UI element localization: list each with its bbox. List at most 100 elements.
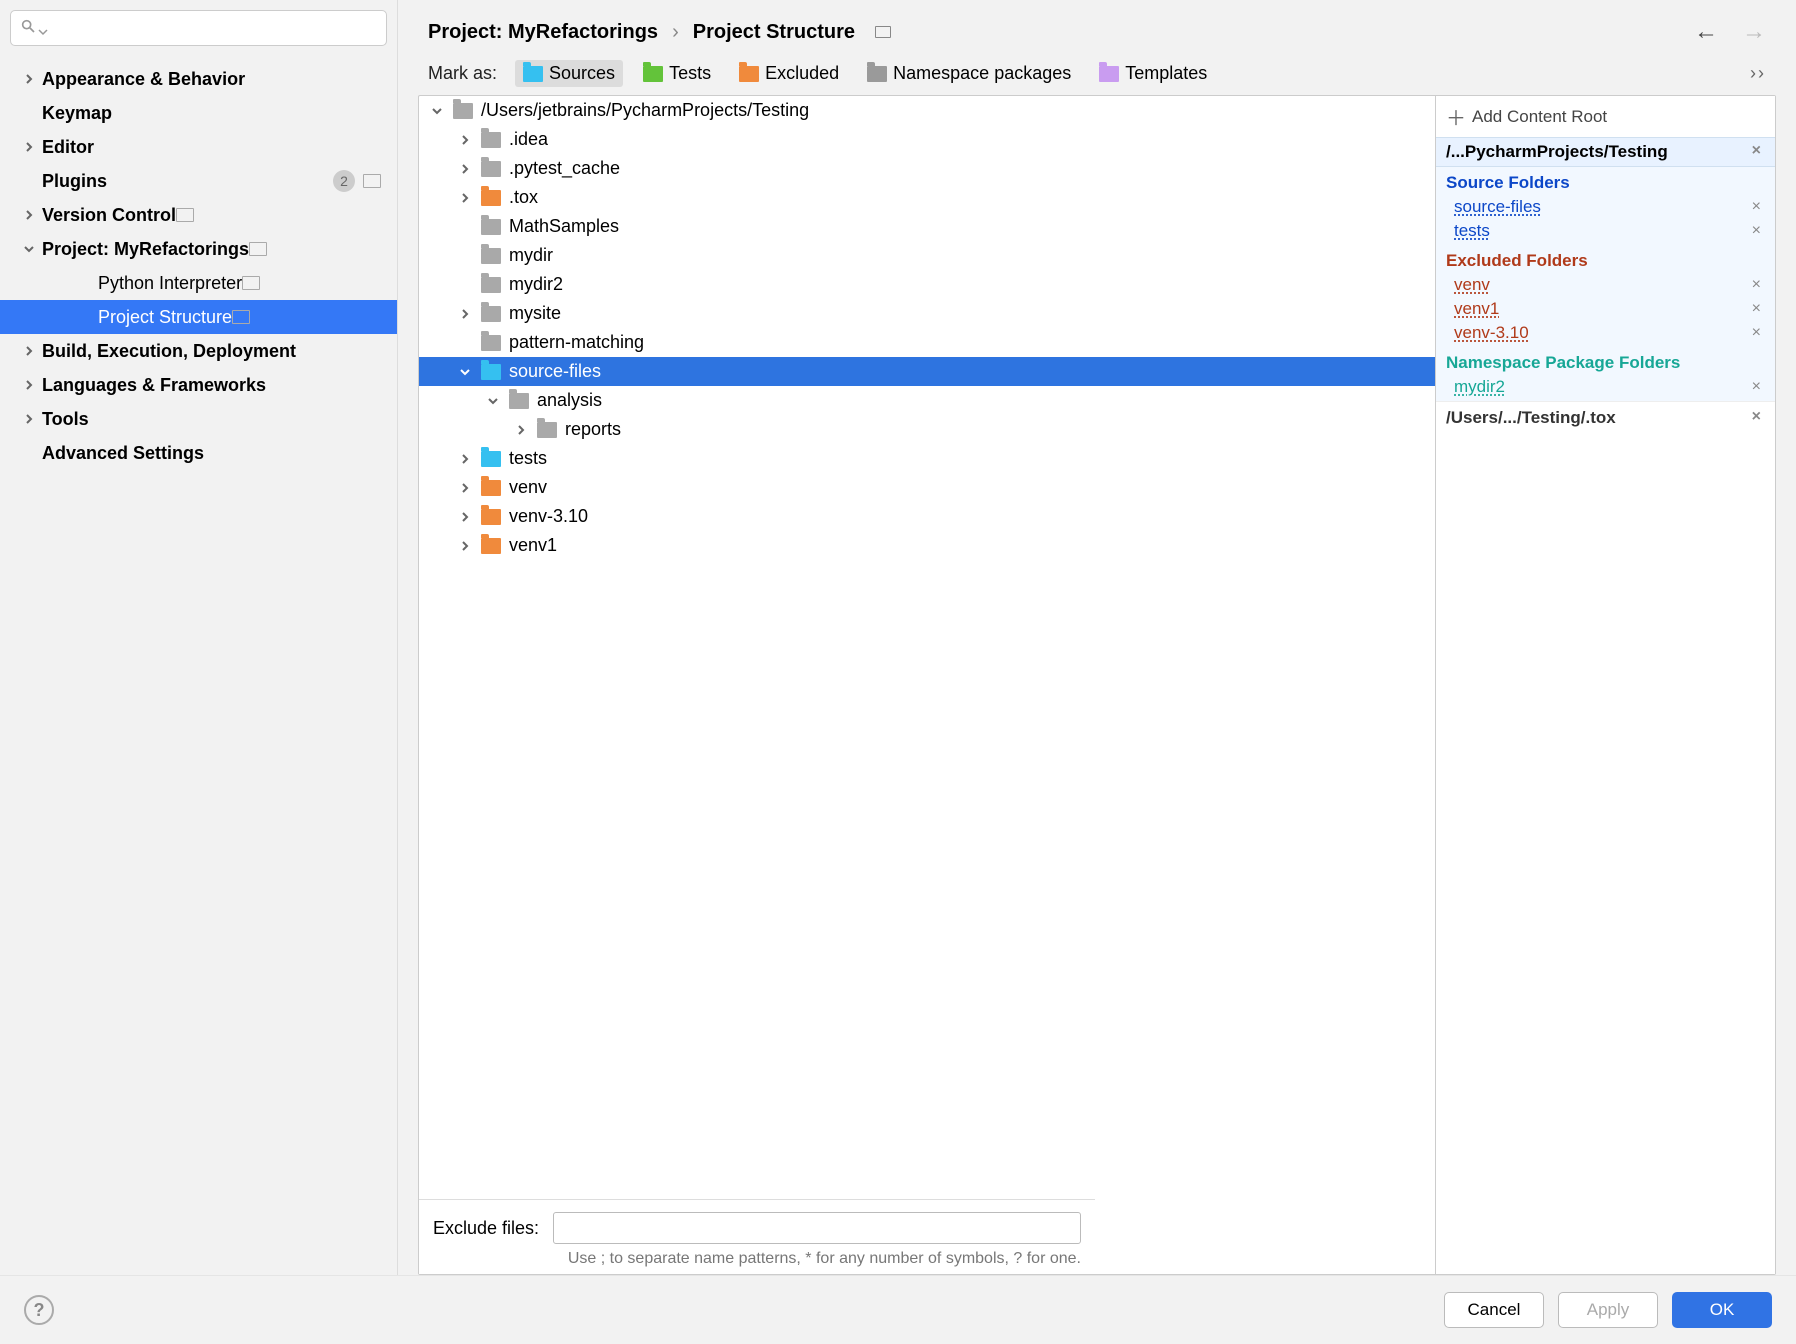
scope-icon [176,208,194,222]
sidebar-item[interactable]: Plugins2 [0,164,397,198]
directory-label: .pytest_cache [509,158,620,179]
exclude-files-hint: Use ; to separate name patterns, * for a… [433,1250,1081,1268]
directory-row[interactable]: MathSamples [419,212,1435,241]
folder-icon [537,422,557,438]
directory-row[interactable]: .pytest_cache [419,154,1435,183]
add-content-root-button[interactable]: ＋ Add Content Root [1436,96,1775,137]
close-icon[interactable]: × [1748,142,1765,162]
sidebar-item[interactable]: Build, Execution, Deployment [0,334,397,368]
remove-icon[interactable]: × [1748,378,1765,396]
chevron-right-icon [22,140,36,154]
nav-forward-icon: → [1742,18,1766,46]
tests-folder-icon [643,66,663,82]
folder-icon [481,509,501,525]
chevron-right-icon [22,344,36,358]
folder-entry: source-files × [1446,195,1765,219]
sidebar-item[interactable]: Keymap [0,96,397,130]
nav-back-icon[interactable]: ← [1694,18,1718,46]
templates-folder-icon [1099,66,1119,82]
sidebar-item[interactable]: Python Interpreter [0,266,397,300]
plus-icon: ＋ [1446,102,1466,131]
directory-row[interactable]: /Users/jetbrains/PycharmProjects/Testing [419,96,1435,125]
sidebar-item[interactable]: Advanced Settings [0,436,397,470]
help-button[interactable]: ? [24,1295,54,1325]
sidebar-item-label: Keymap [42,103,112,124]
sidebar-item-label: Advanced Settings [42,443,204,464]
chevron-down-icon [485,395,501,407]
more-icon[interactable]: ›› [1750,63,1766,84]
excluded-folders-title: Excluded Folders [1446,251,1765,271]
folder-icon [481,364,501,380]
mark-sources-button[interactable]: Sources [515,60,623,87]
remove-icon[interactable]: × [1748,222,1765,240]
directory-row[interactable]: analysis [419,386,1435,415]
folder-link[interactable]: tests [1454,221,1490,241]
mark-excluded-button[interactable]: Excluded [731,60,847,87]
close-icon[interactable]: × [1748,408,1765,428]
window-icon [875,26,891,38]
cancel-button[interactable]: Cancel [1444,1292,1544,1328]
breadcrumb: Project: MyRefactorings › Project Struct… [398,0,1796,56]
mark-namespace-button[interactable]: Namespace packages [859,60,1079,87]
directory-row[interactable]: venv1 [419,531,1435,560]
directory-row[interactable]: mydir2 [419,270,1435,299]
sidebar-item[interactable]: Appearance & Behavior [0,62,397,96]
folder-icon [481,306,501,322]
remove-icon[interactable]: × [1748,276,1765,294]
content-root-header[interactable]: /...PycharmProjects/Testing [1446,142,1748,162]
directory-row[interactable]: tests [419,444,1435,473]
excluded-folder-icon [739,66,759,82]
folder-link[interactable]: mydir2 [1454,377,1505,397]
mark-as-label: Mark as: [428,63,497,84]
sidebar-item[interactable]: Tools [0,402,397,436]
dialog-button-bar: ? Cancel Apply OK [0,1275,1796,1344]
directory-label: /Users/jetbrains/PycharmProjects/Testing [481,100,809,121]
breadcrumb-project[interactable]: Project: MyRefactorings [428,21,658,44]
content-roots-panel: ＋ Add Content Root /...PycharmProjects/T… [1435,96,1775,1274]
remove-icon[interactable]: × [1748,300,1765,318]
sidebar-item-label: Project: MyRefactorings [42,239,249,260]
sidebar-item[interactable]: Editor [0,130,397,164]
folder-link[interactable]: source-files [1454,197,1541,217]
directory-row[interactable]: .idea [419,125,1435,154]
folder-icon [481,219,501,235]
directory-row[interactable]: .tox [419,183,1435,212]
scope-icon [363,174,381,188]
directory-row[interactable]: venv-3.10 [419,502,1435,531]
scope-icon [232,310,250,324]
folder-entry: mydir2 × [1446,375,1765,399]
directory-label: mydir2 [509,274,563,295]
remove-icon[interactable]: × [1748,198,1765,216]
directory-row[interactable]: source-files [419,357,1435,386]
apply-button[interactable]: Apply [1558,1292,1658,1328]
exclude-files-input[interactable] [553,1212,1081,1244]
folder-link[interactable]: venv-3.10 [1454,323,1529,343]
count-badge: 2 [333,170,355,192]
sidebar-item-label: Tools [42,409,89,430]
sidebar-item[interactable]: Project Structure [0,300,397,334]
folder-icon [453,103,473,119]
ok-button[interactable]: OK [1672,1292,1772,1328]
folder-link[interactable]: venv1 [1454,299,1499,319]
remove-icon[interactable]: × [1748,324,1765,342]
sidebar-item[interactable]: Version Control [0,198,397,232]
directory-tree[interactable]: /Users/jetbrains/PycharmProjects/Testing… [419,96,1435,1274]
directory-row[interactable]: pattern-matching [419,328,1435,357]
directory-row[interactable]: venv [419,473,1435,502]
folder-link[interactable]: venv [1454,275,1490,295]
directory-row[interactable]: mysite [419,299,1435,328]
folder-icon [481,190,501,206]
mark-tests-button[interactable]: Tests [635,60,719,87]
directory-label: MathSamples [509,216,619,237]
content-root-extra[interactable]: /Users/.../Testing/.tox [1446,408,1748,428]
sidebar-item[interactable]: Languages & Frameworks [0,368,397,402]
directory-row[interactable]: reports [419,415,1435,444]
directory-row[interactable]: mydir [419,241,1435,270]
folder-icon [481,277,501,293]
sidebar-item-label: Editor [42,137,94,158]
directory-label: analysis [537,390,602,411]
mark-templates-button[interactable]: Templates [1091,60,1215,87]
search-input[interactable] [10,10,387,46]
sidebar-item[interactable]: Project: MyRefactorings [0,232,397,266]
settings-sidebar: Appearance & Behavior Keymap Editor Plugins… [0,0,398,1275]
